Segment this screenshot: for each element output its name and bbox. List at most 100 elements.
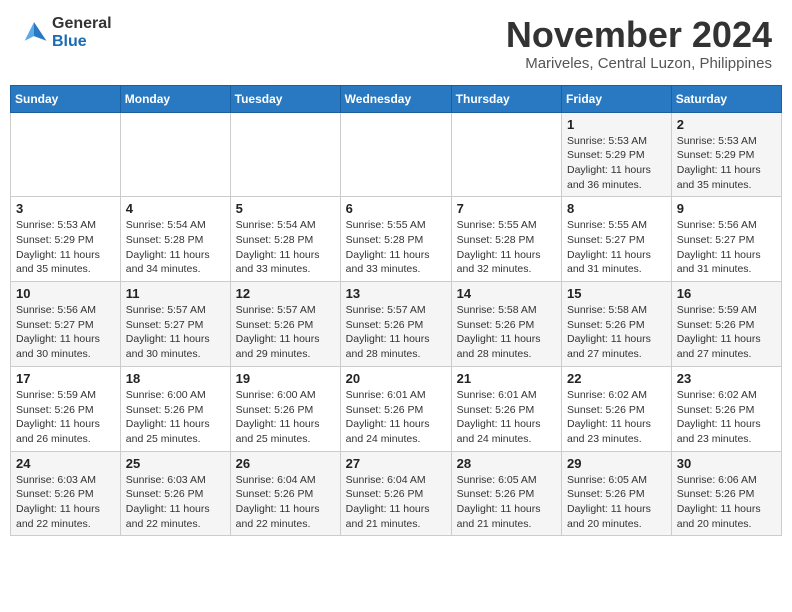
weekday-header-cell: Saturday [671,85,781,112]
calendar-day-cell: 28 Sunrise: 6:05 AMSunset: 5:26 PMDayligh… [451,451,561,536]
logo: General Blue [20,15,112,50]
calendar-day-cell: 26 Sunrise: 6:04 AMSunset: 5:26 PMDayligh… [230,451,340,536]
day-number: 24 [16,456,115,471]
day-info: Sunrise: 6:03 AMSunset: 5:26 PMDaylight:… [16,473,115,532]
title-block: November 2024 Mariveles, Central Luzon, … [506,15,772,72]
day-info: Sunrise: 6:04 AMSunset: 5:26 PMDaylight:… [346,473,446,532]
day-number: 15 [567,286,666,301]
day-number: 28 [457,456,556,471]
calendar-day-cell: 29 Sunrise: 6:05 AMSunset: 5:26 PMDayligh… [562,451,672,536]
day-info: Sunrise: 5:53 AMSunset: 5:29 PMDaylight:… [16,218,115,277]
day-number: 19 [236,371,335,386]
day-info: Sunrise: 6:01 AMSunset: 5:26 PMDaylight:… [346,388,446,447]
weekday-header-cell: Wednesday [340,85,451,112]
calendar-day-cell: 25Sunrise: 6:03 AMSunset: 5:26 PMDayligh… [120,451,230,536]
day-info: Sunrise: 6:06 AMSunset: 5:26 PMDaylight:… [677,473,776,532]
calendar-day-cell: 13Sunrise: 5:57 AMSunset: 5:26 PMDayligh… [340,282,451,367]
day-info: Sunrise: 6:00 AMSunset: 5:26 PMDaylight:… [236,388,335,447]
day-number: 3 [16,201,115,216]
calendar-week-row: 10 Sunrise: 5:56 AMSunset: 5:27 PMDayligh… [11,282,782,367]
location-title: Mariveles, Central Luzon, Philippines [506,55,772,72]
day-info: Sunrise: 6:02 AMSunset: 5:26 PMDaylight:… [677,388,776,447]
day-info: Sunrise: 6:01 AMSunset: 5:26 PMDaylight:… [457,388,556,447]
day-info: Sunrise: 6:05 AMSunset: 5:26 PMDaylight:… [457,473,556,532]
day-info: Sunrise: 6:02 AMSunset: 5:26 PMDaylight:… [567,388,666,447]
calendar-day-cell: 9 Sunrise: 5:56 AMSunset: 5:27 PMDaylight… [671,197,781,282]
day-info: Sunrise: 6:04 AMSunset: 5:26 PMDaylight:… [236,473,335,532]
day-info: Sunrise: 5:56 AMSunset: 5:27 PMDaylight:… [16,303,115,362]
calendar-day-cell [340,112,451,197]
day-number: 4 [126,201,225,216]
day-number: 18 [126,371,225,386]
calendar-day-cell [11,112,121,197]
day-info: Sunrise: 6:00 AMSunset: 5:26 PMDaylight:… [126,388,225,447]
day-number: 20 [346,371,446,386]
day-info: Sunrise: 6:05 AMSunset: 5:26 PMDaylight:… [567,473,666,532]
day-number: 5 [236,201,335,216]
day-number: 23 [677,371,776,386]
day-info: Sunrise: 5:53 AMSunset: 5:29 PMDaylight:… [677,134,776,193]
weekday-header-cell: Tuesday [230,85,340,112]
day-info: Sunrise: 5:55 AMSunset: 5:27 PMDaylight:… [567,218,666,277]
day-info: Sunrise: 5:55 AMSunset: 5:28 PMDaylight:… [457,218,556,277]
day-info: Sunrise: 5:54 AMSunset: 5:28 PMDaylight:… [236,218,335,277]
calendar-day-cell: 30 Sunrise: 6:06 AMSunset: 5:26 PMDayligh… [671,451,781,536]
calendar-day-cell: 20 Sunrise: 6:01 AMSunset: 5:26 PMDayligh… [340,366,451,451]
day-info: Sunrise: 5:58 AMSunset: 5:26 PMDaylight:… [457,303,556,362]
calendar-day-cell [230,112,340,197]
weekday-header-row: SundayMondayTuesdayWednesdayThursdayFrid… [11,85,782,112]
day-number: 17 [16,371,115,386]
day-info: Sunrise: 5:59 AMSunset: 5:26 PMDaylight:… [677,303,776,362]
calendar-day-cell: 16 Sunrise: 5:59 AMSunset: 5:26 PMDayligh… [671,282,781,367]
day-number: 27 [346,456,446,471]
calendar-day-cell: 12Sunrise: 5:57 AMSunset: 5:26 PMDayligh… [230,282,340,367]
day-number: 30 [677,456,776,471]
day-info: Sunrise: 5:58 AMSunset: 5:26 PMDaylight:… [567,303,666,362]
calendar-week-row: 24 Sunrise: 6:03 AMSunset: 5:26 PMDayligh… [11,451,782,536]
calendar-day-cell: 8 Sunrise: 5:55 AMSunset: 5:27 PMDaylight… [562,197,672,282]
calendar-day-cell: 19 Sunrise: 6:00 AMSunset: 5:26 PMDayligh… [230,366,340,451]
calendar-day-cell: 7 Sunrise: 5:55 AMSunset: 5:28 PMDaylight… [451,197,561,282]
day-number: 14 [457,286,556,301]
calendar-week-row: 3 Sunrise: 5:53 AMSunset: 5:29 PMDaylight… [11,197,782,282]
calendar-day-cell: 24 Sunrise: 6:03 AMSunset: 5:26 PMDayligh… [11,451,121,536]
day-number: 21 [457,371,556,386]
day-number: 7 [457,201,556,216]
day-number: 2 [677,117,776,132]
calendar-body: 1Sunrise: 5:53 AMSunset: 5:29 PMDaylight… [11,112,782,536]
day-number: 10 [16,286,115,301]
calendar-day-cell [120,112,230,197]
calendar-day-cell: 1Sunrise: 5:53 AMSunset: 5:29 PMDaylight… [562,112,672,197]
calendar-day-cell: 6Sunrise: 5:55 AMSunset: 5:28 PMDaylight… [340,197,451,282]
day-number: 6 [346,201,446,216]
day-number: 26 [236,456,335,471]
day-info: Sunrise: 5:57 AMSunset: 5:26 PMDaylight:… [346,303,446,362]
day-number: 29 [567,456,666,471]
calendar-day-cell: 4 Sunrise: 5:54 AMSunset: 5:28 PMDaylight… [120,197,230,282]
weekday-header-cell: Thursday [451,85,561,112]
calendar-day-cell: 2 Sunrise: 5:53 AMSunset: 5:29 PMDaylight… [671,112,781,197]
day-number: 11 [126,286,225,301]
calendar-day-cell: 23 Sunrise: 6:02 AMSunset: 5:26 PMDayligh… [671,366,781,451]
calendar-day-cell: 5 Sunrise: 5:54 AMSunset: 5:28 PMDaylight… [230,197,340,282]
day-info: Sunrise: 5:59 AMSunset: 5:26 PMDaylight:… [16,388,115,447]
calendar-day-cell: 10 Sunrise: 5:56 AMSunset: 5:27 PMDayligh… [11,282,121,367]
weekday-header-cell: Friday [562,85,672,112]
day-info: Sunrise: 5:57 AMSunset: 5:27 PMDaylight:… [126,303,225,362]
calendar-week-row: 1Sunrise: 5:53 AMSunset: 5:29 PMDaylight… [11,112,782,197]
logo-icon [20,19,48,47]
weekday-header-cell: Sunday [11,85,121,112]
day-info: Sunrise: 5:56 AMSunset: 5:27 PMDaylight:… [677,218,776,277]
page-header: General Blue November 2024 Mariveles, Ce… [10,10,782,77]
calendar-day-cell [451,112,561,197]
calendar-day-cell: 18 Sunrise: 6:00 AMSunset: 5:26 PMDayligh… [120,366,230,451]
calendar-day-cell: 15 Sunrise: 5:58 AMSunset: 5:26 PMDayligh… [562,282,672,367]
day-number: 8 [567,201,666,216]
day-number: 9 [677,201,776,216]
day-number: 25 [126,456,225,471]
day-number: 12 [236,286,335,301]
calendar-day-cell: 21 Sunrise: 6:01 AMSunset: 5:26 PMDayligh… [451,366,561,451]
calendar-day-cell: 22Sunrise: 6:02 AMSunset: 5:26 PMDayligh… [562,366,672,451]
day-number: 16 [677,286,776,301]
day-info: Sunrise: 5:54 AMSunset: 5:28 PMDaylight:… [126,218,225,277]
